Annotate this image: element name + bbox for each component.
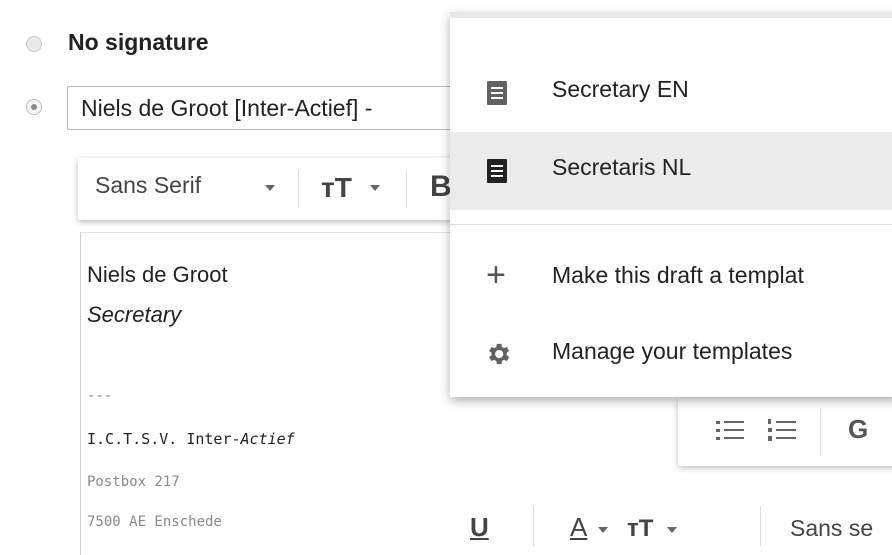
- signature-address-line2: 7500 AE Enschede: [87, 514, 222, 530]
- toolbar-divider: [533, 506, 534, 546]
- chevron-down-icon: [598, 527, 608, 533]
- manage-templates-item[interactable]: Manage your templates: [450, 316, 892, 394]
- document-icon: [487, 159, 507, 183]
- signature-separator: ---: [87, 388, 113, 404]
- signature-role: Secretary: [87, 302, 182, 327]
- make-template-label: Make this draft a templat: [552, 262, 804, 288]
- toolbar-divider: [298, 170, 299, 208]
- signature-radio[interactable]: [26, 99, 42, 115]
- font-family-select[interactable]: Sans se: [790, 515, 873, 542]
- signature-editor-toolbar: Sans Serif тT B: [78, 158, 498, 220]
- font-family-select[interactable]: Sans Serif: [95, 172, 201, 199]
- underline-button[interactable]: U: [470, 512, 489, 543]
- toolbar-divider: [406, 170, 407, 208]
- gear-icon: [489, 343, 510, 365]
- template-label: Secretaris NL: [552, 154, 692, 180]
- text-color-button[interactable]: A: [570, 512, 587, 543]
- no-signature-label: No signature: [68, 29, 209, 55]
- plus-icon: +: [486, 256, 506, 294]
- chevron-down-icon: [265, 185, 275, 191]
- bulleted-list-icon[interactable]: [714, 416, 748, 446]
- text-size-icon[interactable]: тT: [321, 172, 352, 204]
- signature-name: Niels de Groot: [87, 262, 228, 287]
- signature-organization: I.C.T.S.V. Inter-Actief: [87, 430, 295, 448]
- make-template-item[interactable]: + Make this draft a templat: [450, 240, 892, 318]
- template-label: Secretary EN: [552, 76, 689, 102]
- document-icon: [487, 81, 507, 105]
- toolbar-divider: [760, 506, 761, 546]
- link-icon[interactable]: G: [848, 414, 868, 445]
- organization-name: I.C.T.S.V. Inter-: [87, 430, 241, 448]
- signature-select[interactable]: Niels de Groot [Inter-Actief] -: [67, 86, 487, 130]
- list-format-toolbar: G: [678, 398, 892, 466]
- organization-name-italic: Actief: [240, 430, 295, 448]
- manage-templates-label: Manage your templates: [552, 338, 793, 364]
- template-item-secretaris-nl[interactable]: Secretaris NL: [450, 132, 892, 210]
- chevron-down-icon: [370, 185, 380, 191]
- menu-divider: [450, 224, 892, 225]
- numbered-list-icon[interactable]: [766, 416, 800, 446]
- bold-button[interactable]: B: [430, 170, 452, 204]
- template-item-secretary-en[interactable]: Secretary EN: [450, 54, 892, 132]
- chevron-down-icon: [667, 527, 677, 533]
- signature-address-line1: Postbox 217: [87, 474, 180, 490]
- templates-menu: Secretary EN Secretaris NL + Make this d…: [450, 12, 892, 397]
- no-signature-radio[interactable]: [26, 36, 42, 52]
- text-size-icon[interactable]: тT: [627, 515, 653, 543]
- toolbar-divider: [820, 408, 821, 456]
